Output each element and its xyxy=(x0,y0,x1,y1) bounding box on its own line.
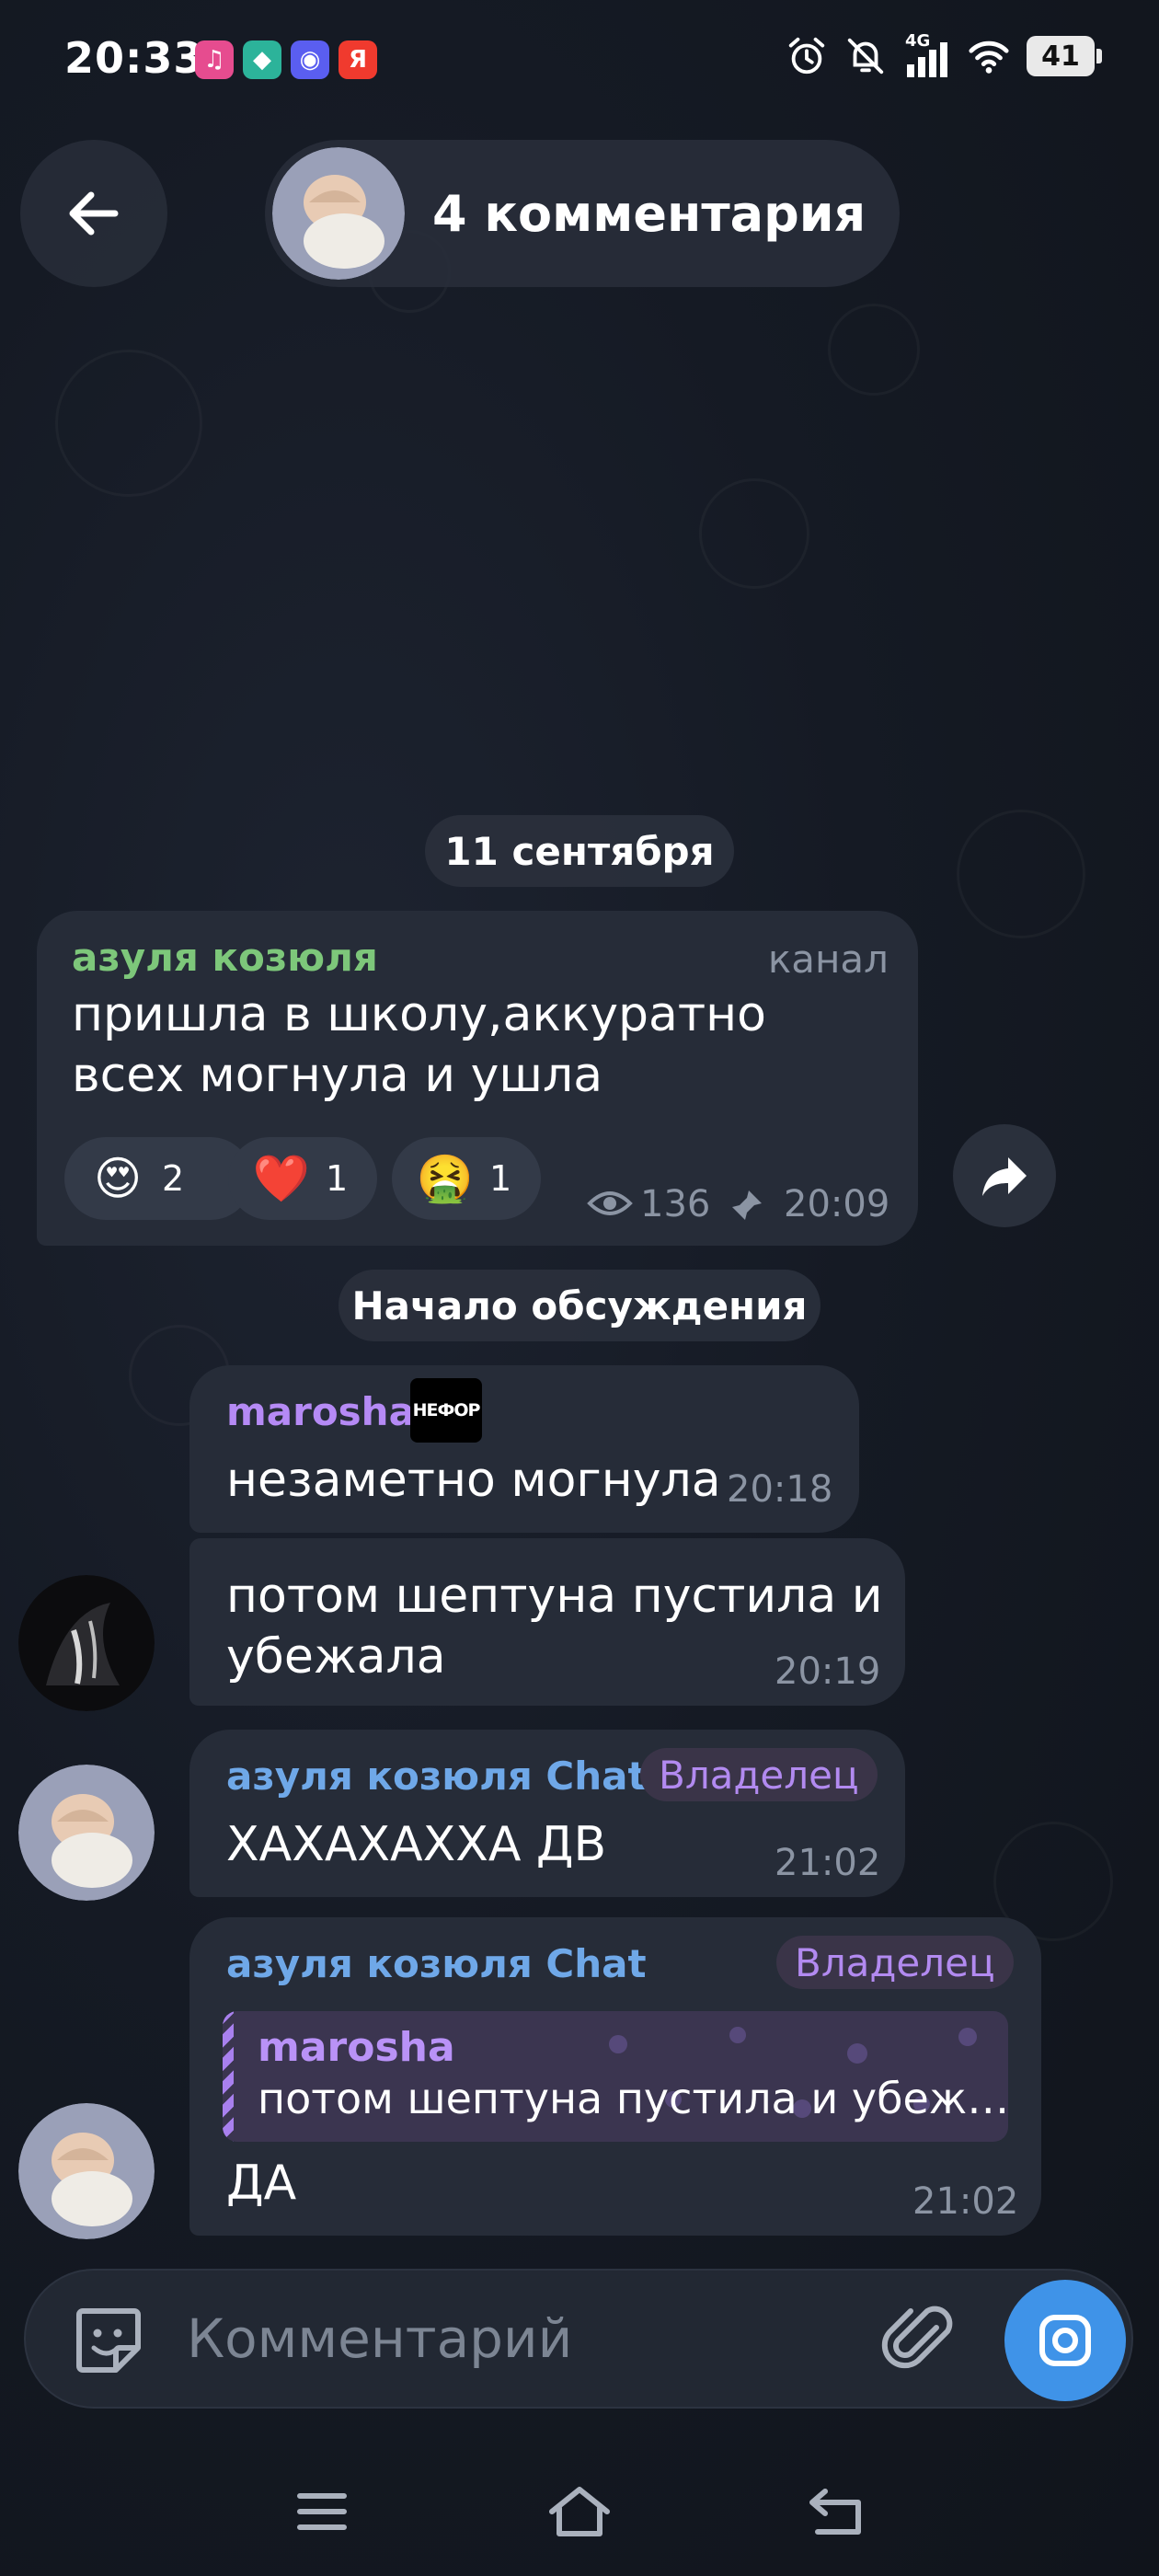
comment-input[interactable]: Комментарий xyxy=(187,2307,572,2370)
messenger-app-icon: ◉ xyxy=(291,40,329,79)
message-time: 20:18 xyxy=(727,1468,833,1511)
system-icons: 4G 41 xyxy=(786,31,1102,77)
background-doodle xyxy=(828,304,920,396)
back-button[interactable] xyxy=(20,140,167,287)
reaction-count: 2 xyxy=(162,1158,185,1199)
owner-badge: Владелец xyxy=(640,1748,878,1801)
camera-icon xyxy=(1039,2315,1091,2366)
red-heart-emoji-icon: ❤️ xyxy=(252,1151,311,1205)
quote-text: потом шептуна пустила и убеж… xyxy=(258,2074,1008,2123)
reaction-count: 1 xyxy=(326,1158,349,1199)
alarm-icon xyxy=(788,37,825,75)
post-author[interactable]: азуля козюля xyxy=(72,935,378,980)
message-time: 21:02 xyxy=(912,2180,1019,2223)
date-chip: 11 сентября xyxy=(425,815,734,887)
heart-eyes-emoji-icon: 😍 xyxy=(93,1152,143,1205)
share-button[interactable] xyxy=(953,1124,1056,1227)
message-text-line: убежала xyxy=(226,1629,446,1685)
status-bar: 20:33 ♫ ◆ ◉ Я 4G 41 xyxy=(0,0,1159,129)
reaction-count: 1 xyxy=(489,1158,512,1199)
share-arrow-icon xyxy=(982,1157,1027,1196)
message-author[interactable]: marosha xyxy=(226,1389,415,1434)
owner-avatar[interactable] xyxy=(18,1765,155,1901)
comments-header[interactable]: 4 комментария xyxy=(265,140,900,287)
message-author[interactable]: азуля козюля Chat xyxy=(226,1754,647,1799)
message-author[interactable]: азуля козюля Chat xyxy=(226,1941,647,1986)
back-arrow-icon xyxy=(809,2489,861,2535)
wifi-icon xyxy=(969,40,1009,74)
message-text: ДА xyxy=(226,2156,297,2211)
menu-lines-icon xyxy=(297,2493,347,2530)
message-text: ХАХАХАХХА ДВ xyxy=(226,1817,607,1872)
quote-accent-bar xyxy=(223,2011,234,2142)
owner-badge: Владелец xyxy=(776,1936,1014,1989)
post-views: 136 xyxy=(640,1183,711,1225)
channel-post[interactable]: азуля козюля канал пришла в школу,аккура… xyxy=(37,911,918,1246)
discussion-start-chip: Начало обсуждения xyxy=(339,1270,820,1341)
arrow-left-icon xyxy=(69,191,119,236)
user-avatar[interactable] xyxy=(18,1575,155,1711)
header-title: 4 комментария xyxy=(432,184,866,243)
status-time: 20:33 xyxy=(64,33,204,83)
sticker-emoji-icon[interactable] xyxy=(70,2302,147,2379)
post-tag: канал xyxy=(767,937,889,982)
message-text-line: потом шептуна пустила и xyxy=(226,1569,883,1624)
post-text: пришла в школу,аккуратно всех могнула и … xyxy=(72,987,766,1103)
background-doodle xyxy=(55,350,202,497)
paperclip-icon[interactable] xyxy=(881,2300,962,2381)
home-button[interactable] xyxy=(543,2475,616,2548)
muted-bell-icon xyxy=(847,38,884,75)
battery-indicator: 41 xyxy=(1027,36,1102,76)
vomiting-emoji-icon: 🤮 xyxy=(416,1151,475,1205)
owner-avatar[interactable] xyxy=(18,2103,155,2239)
network-type: 4G xyxy=(905,31,931,51)
message-time: 20:19 xyxy=(775,1650,881,1693)
message-time: 21:02 xyxy=(775,1842,881,1884)
background-doodle xyxy=(957,810,1085,938)
channel-avatar xyxy=(272,147,405,280)
reply-quote[interactable]: marosha потом шептуна пустила и убеж… xyxy=(223,2011,1008,2142)
nefor-emoji-badge: НЕФОР xyxy=(410,1378,482,1443)
post-time: 20:09 xyxy=(784,1183,890,1225)
background-doodle xyxy=(699,478,809,589)
music-app-icon: ♫ xyxy=(195,40,234,79)
reaction-heart-eyes[interactable]: 😍 2 xyxy=(64,1137,252,1220)
notification-icons: ♫ ◆ ◉ Я xyxy=(195,40,377,79)
system-navigation-bar xyxy=(0,2429,1159,2576)
video-message-button[interactable] xyxy=(1004,2280,1126,2401)
message-bubble[interactable]: marosha НЕФОР незаметно могнула 20:18 xyxy=(189,1365,859,1533)
chat-screen: 20:33 ♫ ◆ ◉ Я 4G 41 4 комментария 11 сен… xyxy=(0,0,1159,2576)
quote-author: marosha xyxy=(258,2024,455,2071)
message-text: незаметно могнула xyxy=(226,1453,721,1508)
message-bubble[interactable]: азуля козюля Chat Владелец ХАХАХАХХА ДВ … xyxy=(189,1730,905,1897)
comment-composer: Комментарий xyxy=(24,2269,1133,2409)
system-back-button[interactable] xyxy=(800,2475,874,2548)
signal-icon: 4G xyxy=(903,31,951,77)
reaction-vomit[interactable]: 🤮 1 xyxy=(392,1137,541,1220)
home-icon xyxy=(549,2487,610,2536)
pin-icon xyxy=(732,1190,762,1220)
eye-icon xyxy=(587,1191,633,1215)
shield-app-icon: ◆ xyxy=(243,40,281,79)
yandex-app-icon: Я xyxy=(339,40,377,79)
recent-apps-button[interactable] xyxy=(285,2475,359,2548)
message-bubble[interactable]: потом шептуна пустила и убежала 20:19 xyxy=(189,1538,905,1706)
reaction-heart[interactable]: ❤️ 1 xyxy=(228,1137,377,1220)
